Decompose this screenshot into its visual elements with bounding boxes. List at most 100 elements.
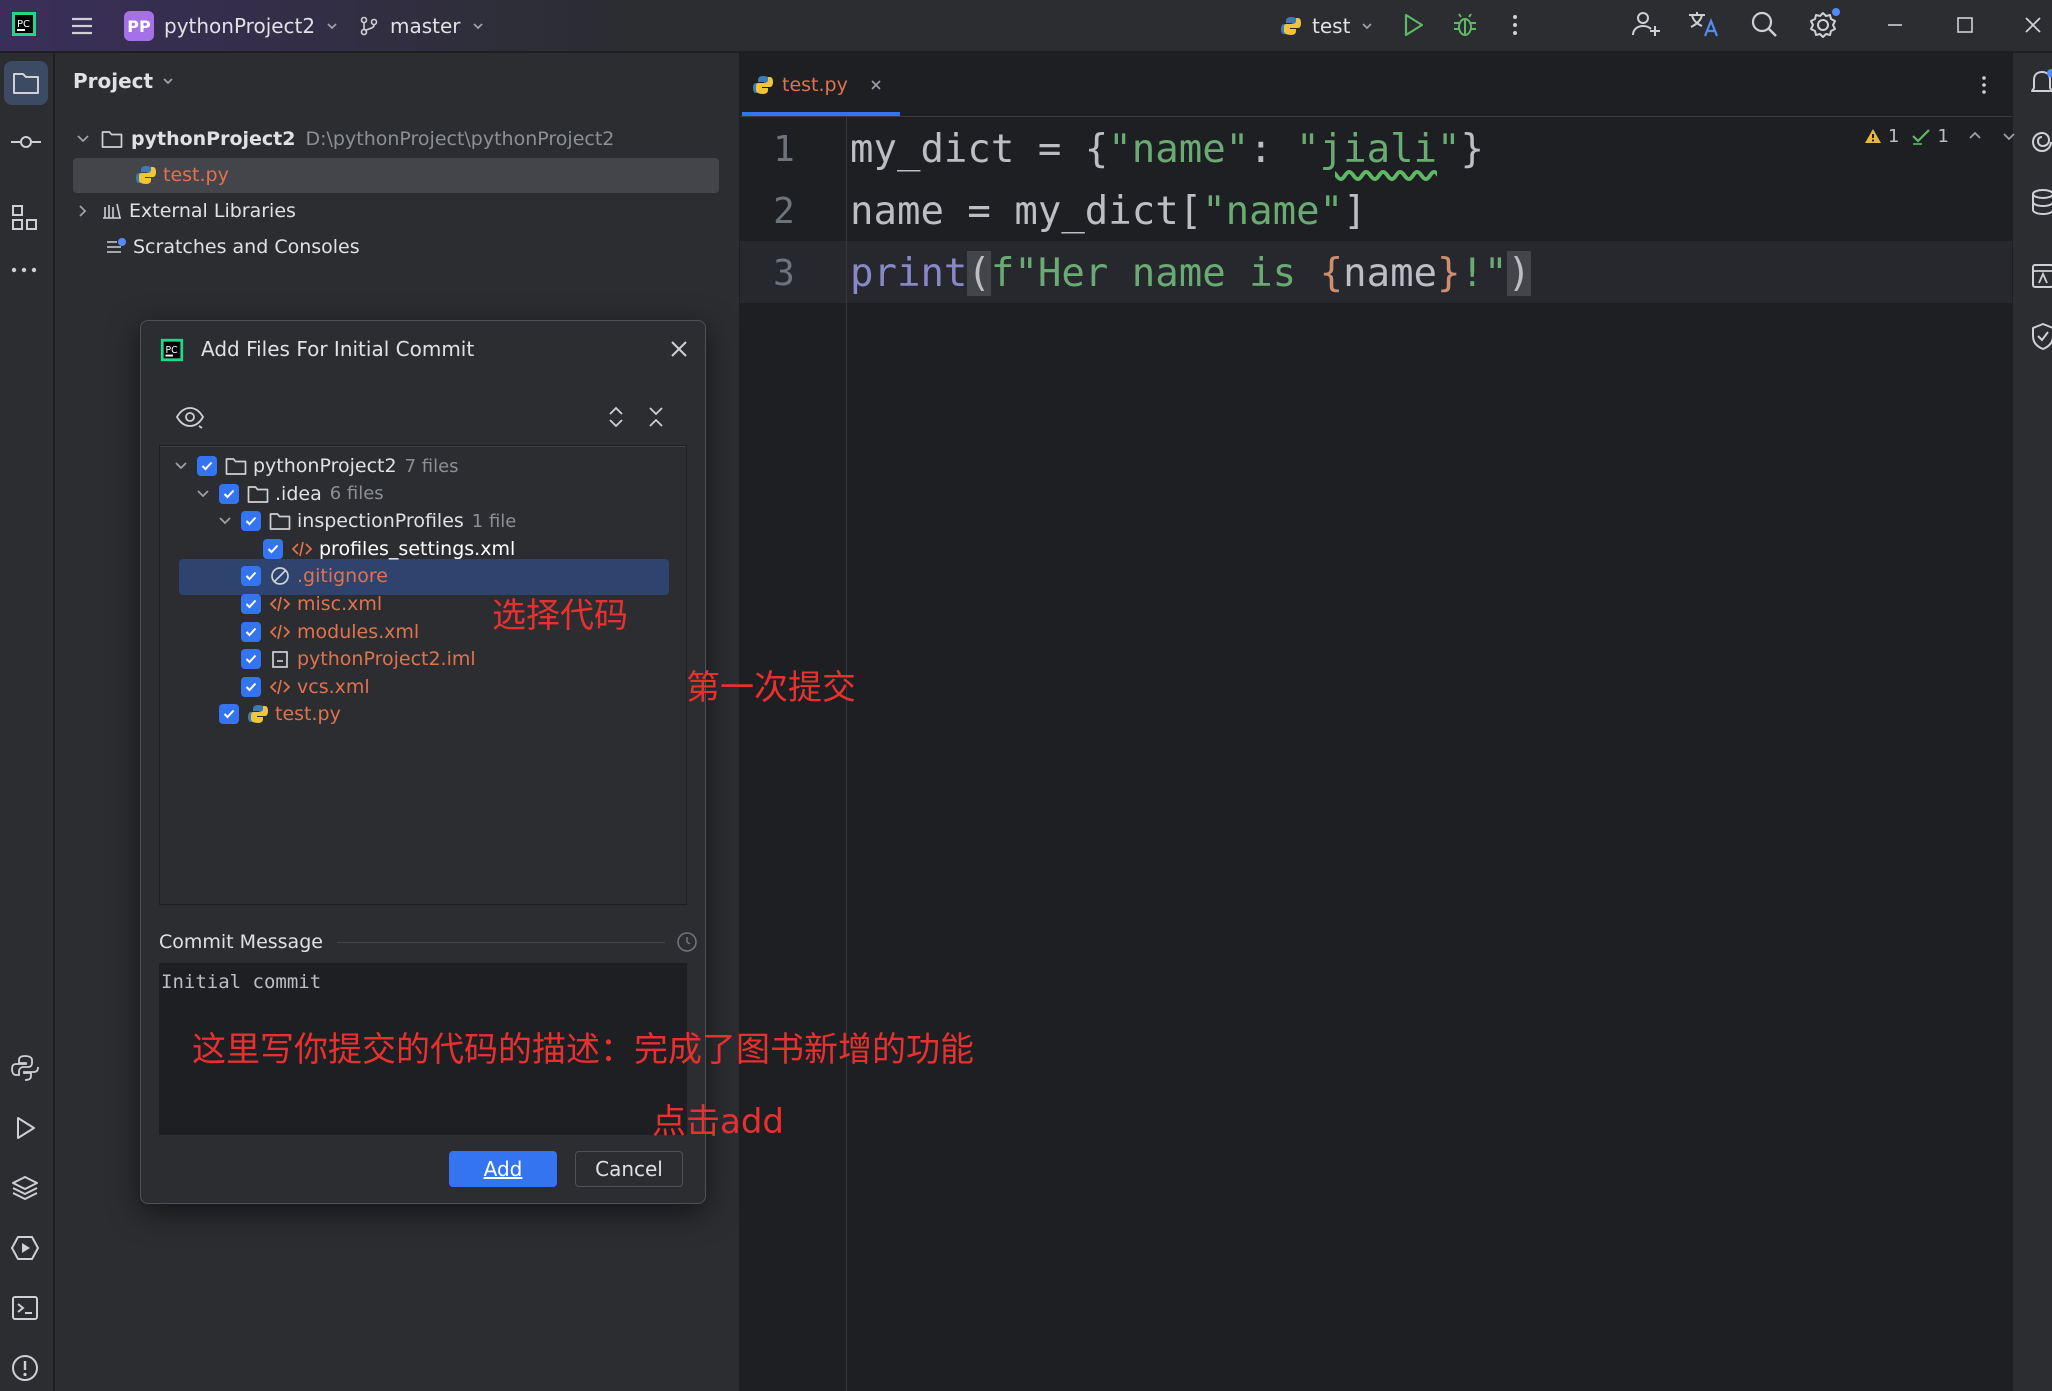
line-number[interactable]: 2	[748, 181, 820, 243]
notifications-bell-icon[interactable]	[2029, 67, 2052, 97]
file-tree-row[interactable]: profiles_settings.xml	[263, 534, 523, 564]
file-tree-row[interactable]: test.py	[219, 699, 349, 729]
close-window-icon[interactable]	[2018, 10, 2048, 40]
tree-label: External Libraries	[129, 200, 296, 222]
more-tool-windows-icon[interactable]	[10, 265, 40, 275]
python-file-icon	[753, 76, 773, 94]
translate-icon[interactable]	[1686, 8, 1720, 40]
close-dialog-icon[interactable]	[667, 337, 691, 361]
expand-all-icon[interactable]	[605, 405, 627, 429]
code-token: jiali	[1319, 127, 1438, 172]
separator-line	[336, 941, 665, 943]
chevron-right-icon	[79, 205, 87, 217]
run-config-selector[interactable]: test	[1280, 8, 1374, 44]
python-file-icon	[247, 703, 269, 725]
show-ignored-eye-icon[interactable]	[175, 405, 205, 429]
more-actions-icon[interactable]	[1500, 10, 1530, 40]
debug-icon[interactable]	[1450, 10, 1480, 40]
database-icon[interactable]	[2029, 187, 2052, 217]
file-checkbox[interactable]	[241, 621, 261, 642]
commit-history-clock-icon[interactable]	[675, 930, 699, 954]
commit-tool-icon[interactable]	[9, 127, 43, 157]
code-token: name = my_dict[	[850, 189, 1203, 234]
security-shield-icon[interactable]	[2029, 321, 2052, 351]
settings-gear-icon[interactable]	[1806, 6, 1842, 42]
file-checkbox[interactable]	[241, 649, 261, 670]
structure-tool-icon[interactable]	[10, 203, 40, 233]
file-checkbox[interactable]	[219, 704, 239, 725]
right-tool-window-bar	[2012, 53, 2052, 1391]
python-packages-layers-icon[interactable]	[10, 1173, 40, 1203]
project-badge: PP	[124, 11, 154, 41]
tree-row-scratches[interactable]: Scratches and Consoles	[105, 231, 360, 263]
terminal-icon[interactable]	[10, 1293, 40, 1323]
gitignore-icon	[269, 566, 291, 586]
tree-label: Scratches and Consoles	[133, 236, 360, 258]
tree-row-test-py[interactable]: test.py	[135, 159, 229, 191]
run-tool-icon[interactable]	[10, 1113, 40, 1143]
maximize-window-icon[interactable]	[1950, 10, 1980, 40]
file-checkbox[interactable]	[263, 538, 283, 559]
chevron-down-icon[interactable]	[2001, 128, 2017, 144]
services-tool-icon[interactable]	[10, 1233, 40, 1263]
file-checkbox[interactable]	[219, 483, 239, 504]
tree-row-project-root[interactable]: pythonProject2 D:\pythonProject\pythonPr…	[75, 123, 614, 155]
add-button[interactable]: Add	[449, 1151, 557, 1187]
file-checkbox[interactable]	[241, 566, 261, 587]
line-number[interactable]: 3	[748, 243, 820, 305]
cancel-button[interactable]: Cancel	[575, 1151, 683, 1187]
branch-switcher[interactable]: master	[358, 8, 485, 44]
collapse-all-icon[interactable]	[645, 405, 667, 429]
code-line[interactable]: my_dict = {"name": "jiali"}	[850, 119, 1484, 181]
file-checkbox[interactable]	[197, 456, 217, 476]
file-checkbox[interactable]	[241, 511, 261, 532]
editor-tab-test-py[interactable]: test.py	[752, 67, 884, 103]
commit-message-label: Commit Message	[159, 931, 323, 953]
project-tool-folder-icon[interactable]	[4, 61, 48, 105]
line-number[interactable]: 1	[748, 119, 820, 181]
file-checkbox[interactable]	[241, 594, 261, 614]
code-with-me-icon[interactable]	[1630, 8, 1662, 40]
minimize-window-icon[interactable]	[1880, 10, 1910, 40]
file-tree-row[interactable]: vcs.xml	[241, 672, 378, 702]
file-tree-row[interactable]: pythonProject2 7 files	[173, 451, 459, 481]
project-view-selector[interactable]: Project	[73, 69, 175, 93]
search-icon[interactable]	[1748, 8, 1780, 40]
inspection-widget[interactable]: 1 1	[1864, 123, 2017, 149]
code-token: f"Her name is	[990, 251, 1320, 296]
chevron-down-icon	[327, 23, 337, 30]
file-checkbox[interactable]	[241, 676, 261, 697]
chevron-down-icon[interactable]	[195, 486, 211, 502]
tab-options-more-icon[interactable]	[1972, 73, 1996, 97]
file-tree-row[interactable]: .gitignore	[241, 561, 396, 591]
code-line[interactable]: name = my_dict["name"]	[850, 181, 1367, 243]
file-tree-row[interactable]: misc.xml	[241, 589, 390, 619]
close-tab-icon[interactable]	[868, 77, 884, 93]
code-line[interactable]: print(f"Her name is {name}!")	[850, 243, 1531, 305]
pycharm-logo-icon[interactable]: PC	[10, 10, 38, 38]
sciview-icon[interactable]	[2029, 261, 2052, 291]
tree-row-external-libraries[interactable]: External Libraries	[75, 195, 296, 227]
run-config-name: test	[1312, 14, 1351, 38]
code-token: ]	[1343, 189, 1367, 234]
chevron-down-icon	[472, 23, 483, 30]
file-label: pythonProject2.iml	[297, 648, 476, 671]
file-tree-row[interactable]: pythonProject2.iml	[241, 644, 484, 674]
chevron-down-icon[interactable]	[173, 458, 189, 474]
main-menu-icon[interactable]	[68, 12, 96, 40]
file-tree-row[interactable]: inspectionProfiles 1 file	[217, 506, 516, 536]
problems-icon[interactable]	[10, 1353, 40, 1383]
ai-assistant-spiral-icon[interactable]	[2029, 127, 2052, 157]
commit-message-text: Initial commit	[161, 971, 322, 993]
run-icon[interactable]	[1398, 10, 1428, 40]
python-console-icon[interactable]	[10, 1053, 40, 1083]
svg-text:PC: PC	[17, 19, 30, 30]
file-tree-row[interactable]: modules.xml	[241, 617, 427, 647]
warning-icon	[1865, 129, 1881, 143]
scratches-icon	[107, 238, 126, 253]
file-label: .gitignore	[297, 565, 388, 588]
chevron-up-icon[interactable]	[1967, 128, 1983, 144]
file-tree-row[interactable]: .idea 6 files	[195, 479, 384, 509]
project-switcher[interactable]: PP pythonProject2	[124, 8, 339, 44]
chevron-down-icon[interactable]	[217, 513, 233, 529]
